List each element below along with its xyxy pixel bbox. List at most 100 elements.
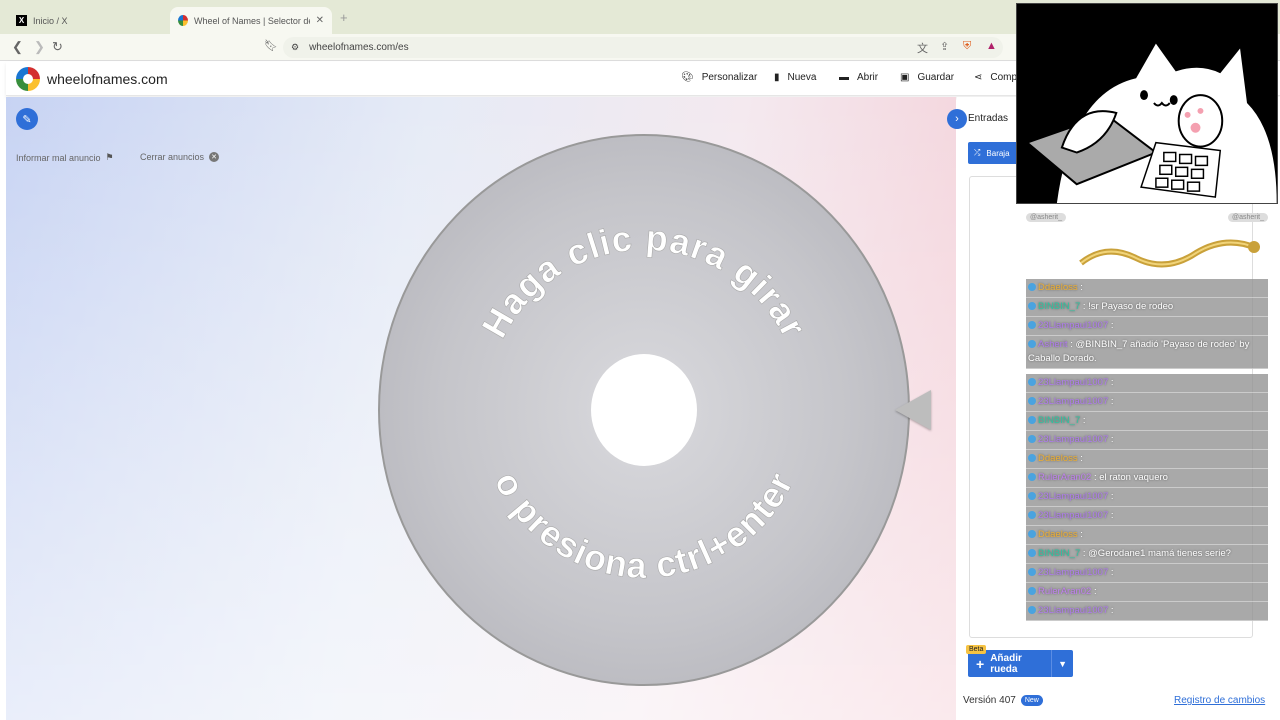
chat-message: 23Llampaul1007 : <box>1026 431 1268 450</box>
chat-text: : <box>1077 282 1083 293</box>
chat-badge-icon <box>1028 511 1036 519</box>
close-ads-label: Cerrar anuncios <box>140 152 205 162</box>
close-ads-link[interactable]: Cerrar anuncios ✕ <box>140 152 220 162</box>
chat-message: 23Llampaul1007 : <box>1026 507 1268 526</box>
palette-icon: 🎨︎ <box>681 72 694 83</box>
chat-username: BINBIN_7 <box>1038 415 1081 426</box>
chat-header-right: @asherit_ <box>1227 212 1268 222</box>
chat-text: : <box>1108 396 1114 407</box>
chat-message: RulerAran02 : <box>1026 583 1268 602</box>
changelog-link[interactable]: Registro de cambios <box>1174 695 1265 706</box>
add-wheel-label: Añadir rueda <box>990 652 1022 675</box>
edit-icon[interactable]: ✎ <box>16 108 38 130</box>
chat-username: 23Llampaul1007 <box>1038 434 1109 445</box>
site-name[interactable]: wheelofnames.com <box>47 71 168 87</box>
brave-shield-icon[interactable]: ⛨ <box>963 40 971 53</box>
new-tab-button[interactable]: + <box>340 10 348 25</box>
chevron-down-icon[interactable]: ▼ <box>1051 650 1073 677</box>
menu-open-label: Abrir <box>857 72 879 83</box>
menu-customize[interactable]: 🎨︎ Personalizar <box>681 72 757 83</box>
reload-icon[interactable]: ↻ <box>52 39 63 55</box>
translate-icon[interactable]: 文 <box>917 40 928 56</box>
chat-message: 23Llampaul1007 : <box>1026 393 1268 412</box>
stream-chat-overlay: @asherit_ @asherit_ Ddaeloss : BINBIN_7 :… <box>1026 207 1268 621</box>
keyboard <box>1140 141 1222 198</box>
forward-icon[interactable]: ❯ <box>34 39 45 55</box>
new-badge: New <box>1020 695 1043 706</box>
wheel-logo-icon[interactable] <box>16 67 40 91</box>
chat-badge-icon <box>1028 435 1036 443</box>
beta-badge: Beta <box>966 645 987 654</box>
address-bar[interactable]: ⚙ wheelofnames.com/es <box>283 37 1003 58</box>
chat-username: 23Llampaul1007 <box>1038 320 1109 331</box>
chat-badge-icon <box>1028 416 1036 424</box>
x-logo-icon: X <box>16 15 27 26</box>
chat-username: Asherit <box>1038 339 1068 350</box>
rewards-icon[interactable]: ▲ <box>986 40 997 52</box>
chat-header-left: @asherit_ <box>1026 212 1067 222</box>
menu-save-label: Guardar <box>917 72 955 83</box>
tab-entries[interactable]: Entradas <box>968 113 1008 124</box>
chat-username: 23Llampaul1007 <box>1038 510 1109 521</box>
chat-username: 23Llampaul1007 <box>1038 396 1109 407</box>
chat-username: 23Llampaul1007 <box>1038 491 1109 502</box>
url-text: wheelofnames.com/es <box>309 42 409 53</box>
chat-badge-icon <box>1028 283 1036 291</box>
version-label: Versión 407 <box>963 695 1016 706</box>
back-icon[interactable]: ❮ <box>12 39 23 55</box>
chat-text: : <box>1108 567 1114 578</box>
chat-badge-icon <box>1028 587 1036 595</box>
chat-text: : <box>1108 510 1114 521</box>
chat-text: : @Gerodane1 mamá tienes serie? <box>1080 548 1231 559</box>
collapse-panel-icon[interactable]: › <box>947 109 967 129</box>
spin-wheel[interactable]: Haga clic para girar o presiona ctrl+ent… <box>377 133 911 688</box>
add-wheel-button[interactable]: + Añadir rueda ▼ <box>968 650 1073 677</box>
chat-text: : <box>1080 415 1086 426</box>
chat-badge-icon <box>1028 492 1036 500</box>
chat-badge-icon <box>1028 340 1036 348</box>
folder-icon: ▬ <box>839 72 849 83</box>
cat-paw-right <box>1177 94 1224 148</box>
chat-message: 23Llampaul1007 : <box>1026 374 1268 393</box>
menu-new[interactable]: ▮ Nueva <box>774 72 816 83</box>
chat-header: @asherit_ @asherit_ <box>1026 207 1268 227</box>
wheel-center <box>591 354 697 466</box>
report-ad-link[interactable]: Informar mal anuncio ⚑ <box>16 152 114 163</box>
chat-text: : <box>1077 529 1083 540</box>
site-info-icon[interactable]: ⚙ <box>291 42 299 53</box>
menu-open[interactable]: ▬ Abrir <box>839 72 878 83</box>
chat-badge-icon <box>1028 606 1036 614</box>
chat-username: BINBIN_7 <box>1038 301 1081 312</box>
chat-badge-icon <box>1028 397 1036 405</box>
chat-badge-icon <box>1028 321 1036 329</box>
chat-message: 23Llampaul1007 : <box>1026 602 1268 621</box>
menu-share[interactable]: ⋖ Comp <box>974 72 1017 83</box>
chat-message: BINBIN_7 : @Gerodane1 mamá tienes serie? <box>1026 545 1268 564</box>
chat-badge-icon <box>1028 473 1036 481</box>
chat-text: : <box>1108 434 1114 445</box>
cat-eye-left <box>1140 90 1148 101</box>
chat-badge-icon <box>1028 302 1036 310</box>
chat-username: BINBIN_7 <box>1038 548 1081 559</box>
tab-x[interactable]: X Inicio / X <box>8 7 168 34</box>
tab-wheel-title: Wheel of Names | Selector de n <box>194 15 310 26</box>
wheel-pointer <box>895 390 931 430</box>
menu-save[interactable]: ▣ Guardar <box>900 72 954 83</box>
bookmark-icon[interactable]: 🔖︎ <box>264 39 278 52</box>
chat-message: Ddaeloss : <box>1026 526 1268 545</box>
chat-username: 23Llampaul1007 <box>1038 567 1109 578</box>
save-icon: ▣ <box>900 72 910 83</box>
wheel-logo-icon <box>178 15 189 26</box>
bongo-cat-overlay <box>1016 3 1278 204</box>
share-page-icon[interactable]: ⇪ <box>940 40 949 53</box>
chat-badge-icon <box>1028 568 1036 576</box>
tab-x-title: Inicio / X <box>33 15 68 26</box>
chat-badge-icon <box>1028 378 1036 386</box>
chat-message: RulerAran02 : el raton vaquero <box>1026 469 1268 488</box>
chat-badge-icon <box>1028 549 1036 557</box>
chat-message: 23Llampaul1007 : <box>1026 488 1268 507</box>
close-tab-icon[interactable]: ✕ <box>316 15 324 26</box>
tab-wheel-of-names[interactable]: Wheel of Names | Selector de n ✕ <box>170 7 332 34</box>
chat-username: Ddaeloss <box>1038 529 1078 540</box>
version-info: Versión 407 New <box>963 695 1043 706</box>
